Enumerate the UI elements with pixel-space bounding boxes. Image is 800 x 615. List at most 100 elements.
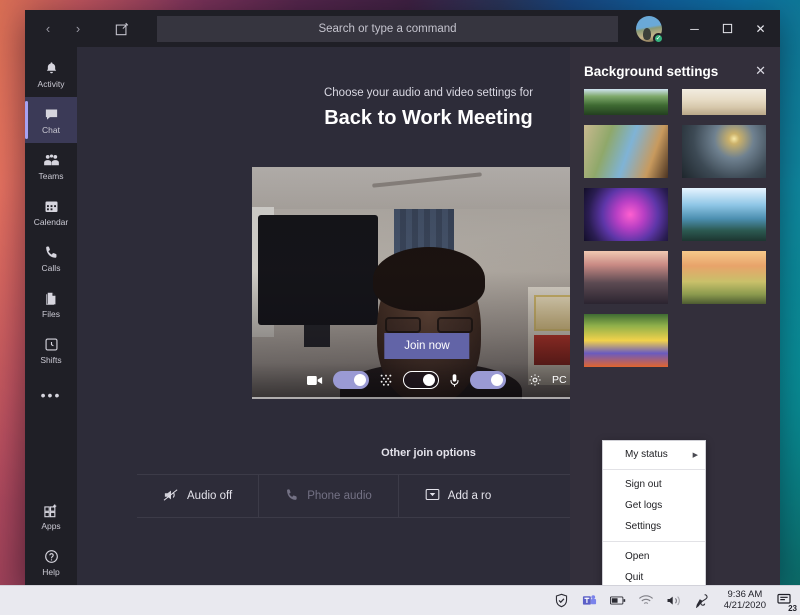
sidebar-item-label: Activity (38, 80, 65, 89)
background-thumbnail-autumn-field[interactable] (682, 251, 766, 304)
sidebar-item-chat[interactable]: Chat (25, 97, 77, 143)
sidebar-item-shifts[interactable]: Shifts (25, 327, 77, 373)
submenu-arrow-icon: ▶ (693, 451, 698, 459)
bell-icon (44, 59, 59, 78)
context-menu-item-get-logs[interactable]: Get logs (603, 495, 705, 516)
prejoin-subtitle: Choose your audio and video settings for (324, 87, 533, 99)
join-option-label: Audio off (187, 490, 232, 502)
close-icon: ✕ (755, 22, 765, 36)
camera-icon (307, 375, 323, 386)
chat-icon (44, 105, 59, 124)
avatar[interactable]: ✓ (636, 16, 662, 42)
taskbar-clock[interactable]: 9:36 AM 4/21/2020 (724, 590, 766, 612)
background-thumbnail-desert-dunes[interactable] (682, 89, 766, 115)
sidebar-item-label: Calls (42, 264, 61, 273)
sidebar-item-teams[interactable]: Teams (25, 143, 77, 189)
avatar-silhouette (643, 28, 651, 40)
more-icon: ••• (41, 387, 62, 403)
context-menu-item-open[interactable]: Open (603, 546, 705, 567)
taskbar: 9:36 AM 4/21/2020 23 (0, 585, 800, 615)
files-icon (44, 289, 59, 308)
background-thumbnail-yellow-flower-river[interactable] (584, 314, 668, 367)
microphone-icon (449, 373, 460, 388)
sidebar-item-label: Calendar (34, 218, 69, 227)
forward-button[interactable]: › (65, 16, 91, 42)
background-thumbnail-sci-fi-landscape[interactable] (682, 125, 766, 178)
apps-icon (43, 501, 59, 520)
sidebar-item-activity[interactable]: Activity (25, 51, 77, 97)
camera-toggle[interactable] (333, 371, 369, 389)
calendar-icon (44, 197, 59, 216)
sidebar-item-label: Teams (38, 172, 63, 181)
sidebar-item-calendar[interactable]: Calendar (25, 189, 77, 235)
compose-icon (115, 22, 129, 36)
sidebar-more-button[interactable]: ••• (41, 373, 62, 417)
background-blur-toggle[interactable] (403, 371, 439, 389)
battery-icon[interactable] (610, 593, 626, 609)
join-option-label: Add a ro (448, 490, 491, 502)
chevron-left-icon: ‹ (46, 21, 50, 36)
context-menu-item-label: Get logs (625, 500, 662, 511)
context-menu-separator (603, 541, 705, 542)
notification-count: 23 (787, 604, 798, 613)
context-menu-item-label: Quit (625, 572, 643, 583)
phone-icon (44, 243, 59, 262)
desktop: ‹ › ✓ ─ (0, 0, 800, 615)
clock-date: 4/21/2020 (724, 601, 766, 612)
background-thumbnail-stone-gateway[interactable] (584, 125, 668, 178)
add-a-room-option[interactable]: Add a ro (399, 475, 517, 517)
compose-button[interactable] (109, 16, 135, 42)
gear-icon[interactable] (528, 373, 542, 387)
minimize-button[interactable]: ─ (678, 10, 711, 47)
audio-off-option[interactable]: Audio off (137, 475, 259, 517)
sidebar-item-apps[interactable]: Apps (25, 493, 77, 539)
sidebar-item-calls[interactable]: Calls (25, 235, 77, 281)
sidebar-item-files[interactable]: Files (25, 281, 77, 327)
phone-audio-option[interactable]: Phone audio (259, 475, 399, 517)
sidebar-item-label: Files (42, 310, 60, 319)
background-thumbnail-pink-nebula[interactable] (584, 188, 668, 241)
background-settings-header: Background settings ✕ (570, 47, 780, 89)
notification-center-button[interactable]: 23 (776, 592, 796, 610)
wifi-icon[interactable] (638, 593, 654, 609)
clock-time: 9:36 AM (724, 590, 766, 601)
background-blur-icon (379, 373, 393, 387)
teams-tray-icon[interactable] (582, 593, 598, 609)
device-control-bar: PC Mic and Speake (252, 363, 602, 399)
nav-controls: ‹ › (25, 16, 135, 42)
room-icon (425, 488, 440, 504)
security-shield-icon[interactable] (554, 593, 570, 609)
context-menu-item-label: My status (625, 449, 668, 460)
minimize-icon: ─ (690, 22, 699, 36)
volume-icon[interactable] (666, 593, 682, 609)
context-menu-item-settings[interactable]: Settings (603, 516, 705, 537)
chevron-right-icon: › (76, 21, 80, 36)
maximize-button[interactable] (711, 10, 744, 47)
phone-icon (285, 488, 299, 505)
background-settings-title: Background settings (584, 64, 718, 79)
join-option-label: Phone audio (307, 490, 372, 502)
page-title: Back to Work Meeting (324, 107, 533, 130)
background-thumbnail-pink-sky-street[interactable] (584, 251, 668, 304)
background-thumbnail-forest-path[interactable] (584, 89, 668, 115)
back-button[interactable]: ‹ (35, 16, 61, 42)
close-window-button[interactable]: ✕ (744, 10, 777, 47)
close-icon[interactable]: ✕ (755, 63, 766, 79)
sidebar-item-help[interactable]: Help (25, 539, 77, 585)
shifts-icon (44, 335, 59, 354)
teams-icon (43, 151, 60, 170)
window-controls-group: ✓ ─ ✕ (636, 10, 780, 47)
microphone-toggle[interactable] (470, 371, 506, 389)
video-preview[interactable]: Join now (252, 167, 602, 399)
pen-icon[interactable] (694, 593, 710, 609)
maximize-icon (722, 23, 733, 34)
context-menu-item-sign-out[interactable]: Sign out (603, 474, 705, 495)
search-input[interactable] (157, 16, 618, 42)
presence-available-badge: ✓ (653, 33, 664, 44)
join-now-button[interactable]: Join now (384, 333, 469, 359)
background-thumbnail-blue-valley[interactable] (682, 188, 766, 241)
context-menu-item-my-status[interactable]: My status ▶ (603, 444, 705, 465)
system-tray (554, 593, 710, 609)
context-menu-item-label: Sign out (625, 479, 662, 490)
help-icon (44, 547, 59, 566)
